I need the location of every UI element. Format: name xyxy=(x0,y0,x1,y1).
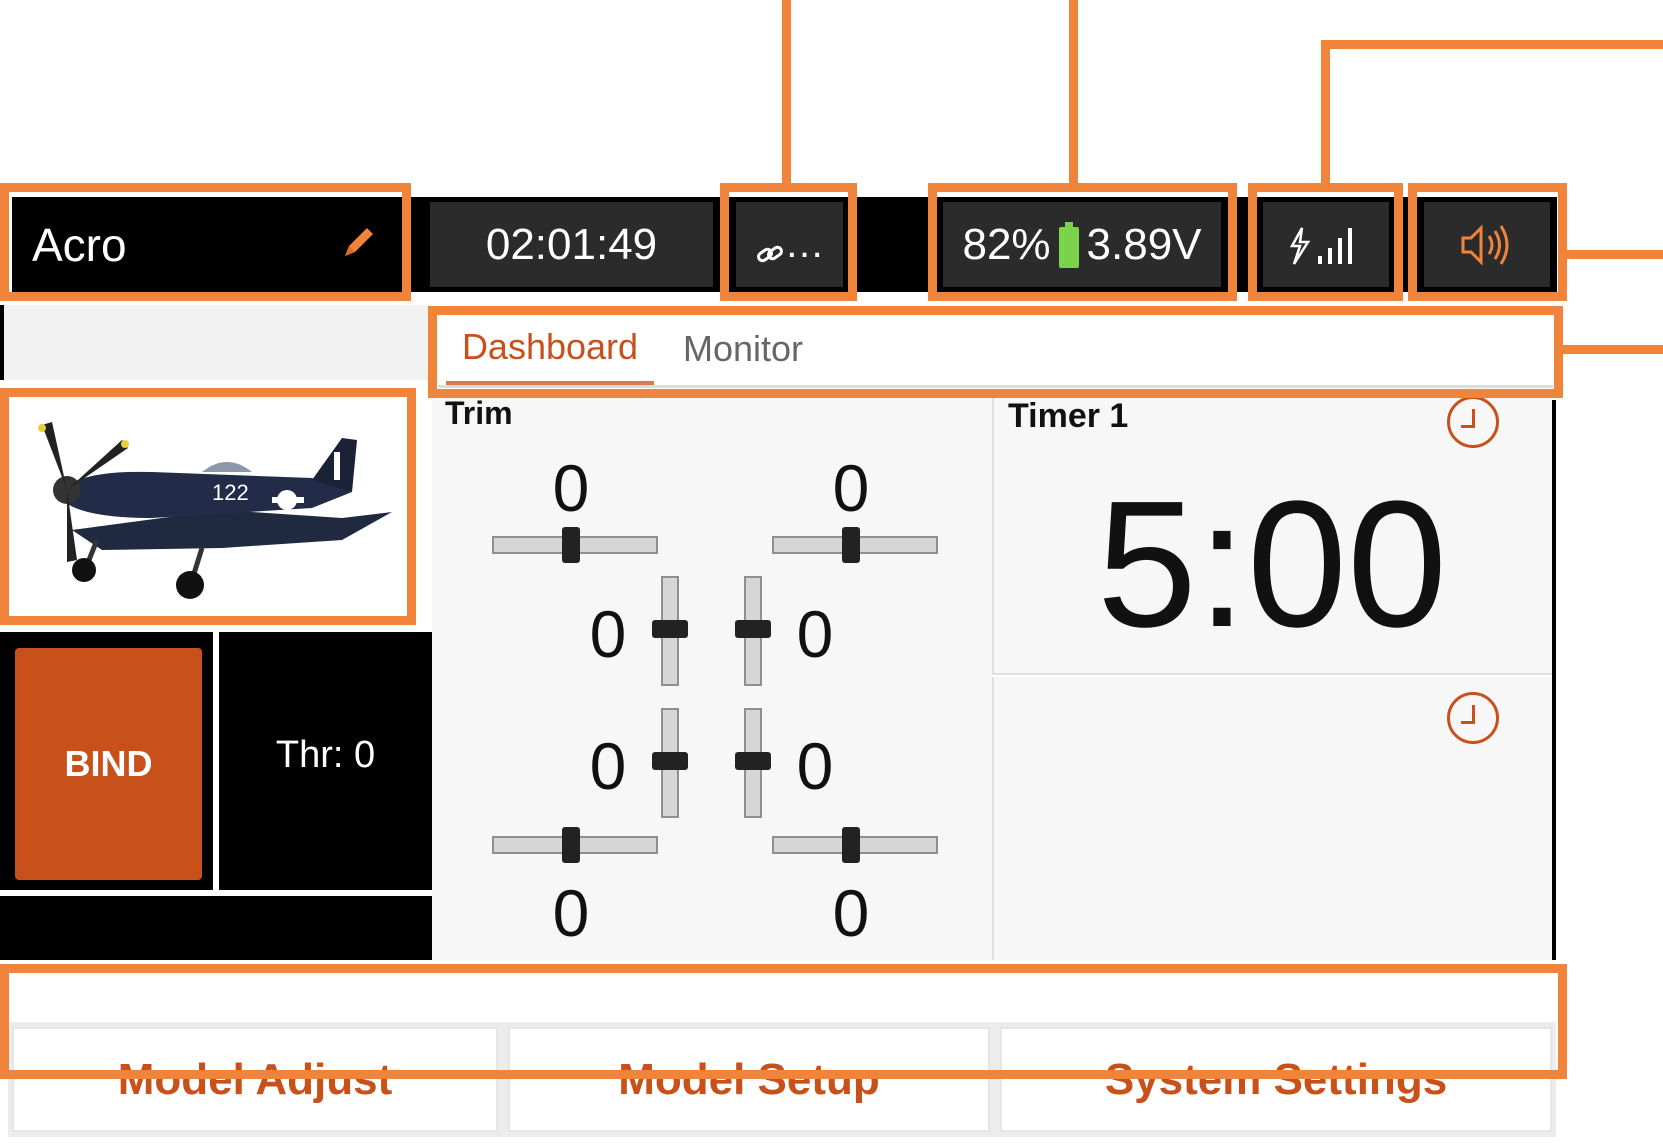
callout-bottom-nav xyxy=(0,964,1567,1079)
throttle-readout: Thr: 0 xyxy=(275,733,376,776)
trim-value-top-left: 0 xyxy=(552,451,590,525)
timer-clock-icon[interactable] xyxy=(1447,396,1499,448)
trim-title: Trim xyxy=(445,395,513,431)
leader-line-signal-v xyxy=(1321,40,1330,186)
trim-knob[interactable] xyxy=(652,620,688,638)
callout-model-name xyxy=(0,183,411,301)
trim-knob[interactable] xyxy=(735,752,771,770)
panel-divider-h xyxy=(0,890,432,896)
trim-knob[interactable] xyxy=(562,827,580,863)
callout-model-image xyxy=(0,388,416,625)
trim-knob[interactable] xyxy=(652,752,688,770)
callout-link xyxy=(720,183,857,301)
callout-signal xyxy=(1248,183,1403,301)
right-edge xyxy=(1552,400,1556,960)
leader-line-volume xyxy=(1562,250,1663,259)
trim-knob[interactable] xyxy=(562,527,580,563)
timer-title: Timer 1 xyxy=(1008,397,1129,435)
leader-line-signal-h xyxy=(1321,40,1663,49)
trim-knob[interactable] xyxy=(842,527,860,563)
leader-line-link xyxy=(782,0,791,186)
trim-value-mid-right: 0 xyxy=(796,597,834,671)
trim-value-low-left: 0 xyxy=(589,729,627,803)
bind-button[interactable]: BIND xyxy=(15,648,202,880)
timer-value: 5:00 xyxy=(1096,464,1448,665)
trim-knob[interactable] xyxy=(842,827,860,863)
trim-value-bottom-left: 0 xyxy=(552,876,590,950)
callout-volume xyxy=(1408,183,1567,301)
leader-line-tabs xyxy=(1560,345,1663,354)
trim-value-top-right: 0 xyxy=(832,451,870,525)
callout-battery xyxy=(928,183,1237,301)
trim-knob[interactable] xyxy=(735,620,771,638)
left-strip xyxy=(0,305,430,380)
trim-panel xyxy=(432,395,992,960)
trim-value-mid-left: 0 xyxy=(589,597,627,671)
trim-value-low-right: 0 xyxy=(796,729,834,803)
elapsed-time: 02:01:49 xyxy=(430,202,713,287)
trim-value-bottom-right: 0 xyxy=(832,876,870,950)
leader-line-battery xyxy=(1069,0,1078,186)
callout-tabs xyxy=(428,306,1563,398)
leader-line-image xyxy=(0,500,6,520)
timer-2-clock-icon[interactable] xyxy=(1447,692,1499,744)
